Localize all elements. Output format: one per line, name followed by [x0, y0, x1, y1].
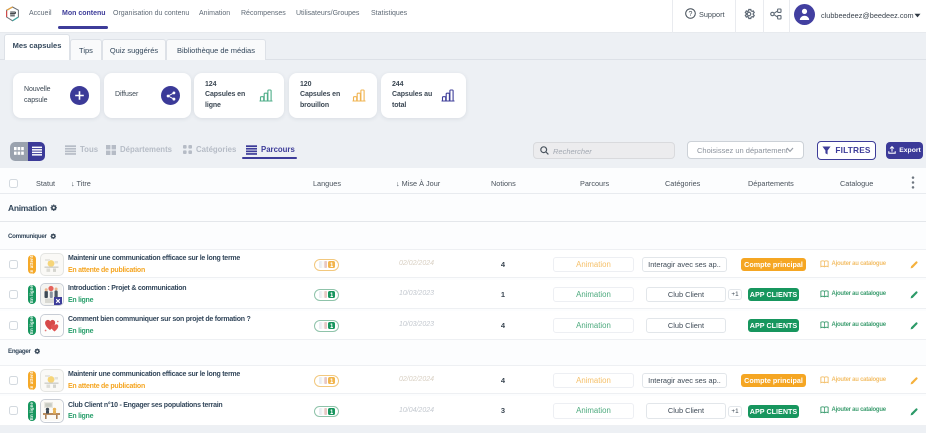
svg-text:?: ?	[689, 11, 693, 18]
